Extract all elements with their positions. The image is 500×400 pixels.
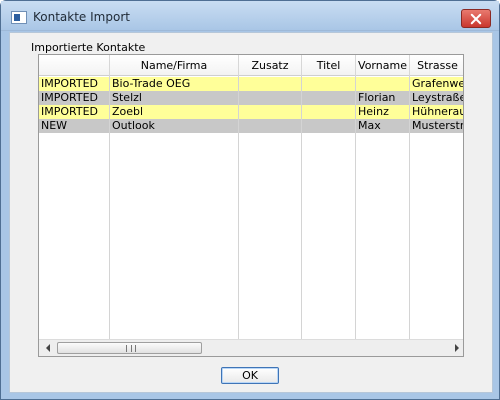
cell-status: NEW (41, 119, 68, 132)
grid-header: Name/Firma Zusatz Titel Vorname Strasse (39, 55, 463, 76)
cell-status: IMPORTED (41, 91, 99, 104)
header-vorname[interactable]: Vorname (356, 55, 410, 76)
group-label-importierte-kontakte: Importierte Kontakte (31, 41, 146, 54)
cell-strasse: Musterstras (412, 119, 464, 132)
horizontal-scrollbar[interactable] (39, 339, 463, 356)
cell-vorname: Heinz (358, 105, 389, 118)
cell-titel (302, 91, 356, 105)
scroll-left-button[interactable] (39, 340, 56, 356)
close-button[interactable] (461, 9, 491, 28)
cell-zusatz (239, 77, 302, 91)
header-status[interactable] (39, 55, 110, 76)
close-icon (469, 12, 483, 26)
cell-strasse: Leystraße (412, 91, 464, 104)
cell-vorname: Max (358, 119, 381, 132)
header-titel[interactable]: Titel (302, 55, 356, 76)
scrollbar-grip-icon (126, 345, 136, 352)
window-title: Kontakte Import (33, 10, 130, 24)
table-row[interactable]: IMPORTED Zoebl Heinz Hühnerau (39, 105, 464, 119)
cell-vorname: Florian (358, 91, 396, 104)
cell-vorname (356, 77, 410, 91)
cell-zusatz (239, 91, 302, 105)
title-bar[interactable]: Kontakte Import (1, 1, 499, 31)
cell-zusatz (239, 119, 302, 133)
scroll-right-button[interactable] (448, 340, 463, 356)
cell-strasse: Grafenweg (412, 77, 463, 90)
ok-button[interactable]: OK (221, 367, 279, 384)
cell-status: IMPORTED (41, 77, 99, 90)
column-divider (238, 76, 239, 340)
cell-zusatz (239, 105, 302, 119)
scroll-right-icon (454, 344, 459, 352)
cell-titel (302, 77, 356, 91)
cell-name: Outlook (112, 119, 155, 132)
cell-name: Bio-Trade OEG (112, 77, 191, 90)
cell-status: IMPORTED (41, 105, 99, 118)
cell-strasse: Hühnerau (412, 105, 464, 118)
table-row[interactable]: IMPORTED Stelzl Florian Leystraße (39, 91, 464, 105)
column-divider (109, 76, 110, 340)
contacts-grid[interactable]: Name/Firma Zusatz Titel Vorname Strasse … (38, 54, 464, 357)
table-row[interactable]: NEW Outlook Max Musterstras (39, 119, 464, 133)
scrollbar-thumb[interactable] (57, 342, 202, 354)
cell-name: Stelzl (112, 91, 142, 104)
header-strasse[interactable]: Strasse (410, 55, 463, 76)
cell-name: Zoebl (112, 105, 144, 118)
cell-titel (302, 105, 356, 119)
header-name-firma[interactable]: Name/Firma (110, 55, 239, 76)
cell-titel (302, 119, 356, 133)
header-zusatz[interactable]: Zusatz (239, 55, 302, 76)
column-divider (301, 76, 302, 340)
app-window-icon (11, 11, 27, 24)
scroll-left-icon (45, 344, 50, 352)
table-row[interactable]: IMPORTED Bio-Trade OEG Grafenweg (39, 77, 463, 91)
kontakte-import-window: Kontakte Import Importierte Kontakte Nam… (0, 0, 500, 400)
column-divider (355, 76, 356, 340)
column-divider (409, 76, 410, 340)
